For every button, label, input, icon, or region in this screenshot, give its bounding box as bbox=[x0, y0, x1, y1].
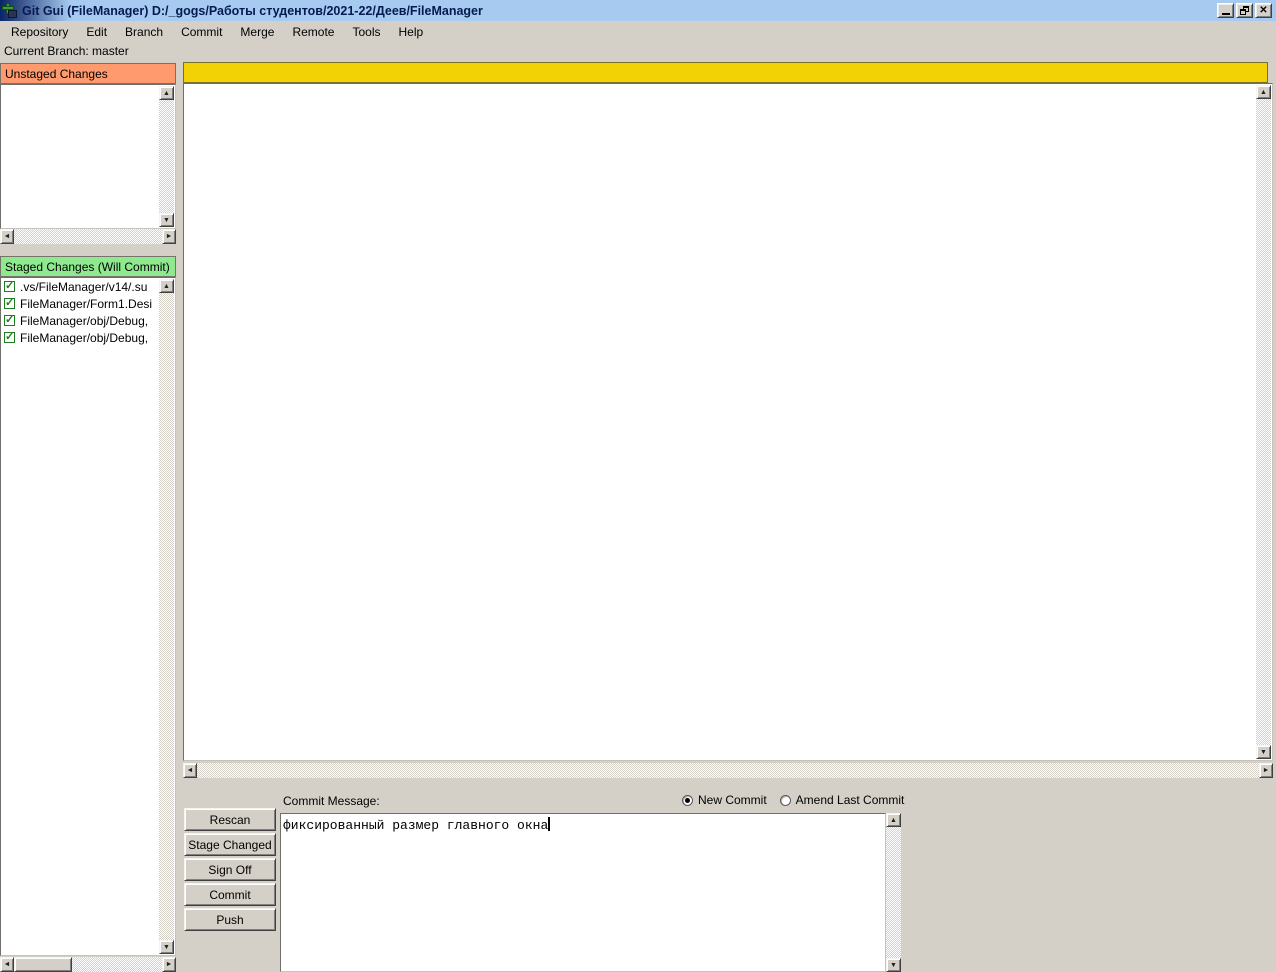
staged-checkbox-icon[interactable]: ✓ bbox=[4, 315, 15, 326]
minimize-icon bbox=[1222, 13, 1230, 15]
unstaged-horizontal-scrollbar[interactable]: ◄ ► bbox=[0, 229, 176, 244]
scroll-up-icon: ▲ bbox=[163, 283, 170, 290]
staged-file-row[interactable]: ✓ FileManager/obj/Debug, bbox=[1, 312, 159, 329]
scroll-left-icon: ◄ bbox=[187, 767, 194, 774]
scroll-up-button[interactable]: ▲ bbox=[886, 813, 901, 827]
staged-horizontal-scrollbar[interactable]: ◄ ► bbox=[0, 957, 176, 972]
scroll-down-icon: ▼ bbox=[1260, 749, 1267, 756]
scroll-down-button[interactable]: ▼ bbox=[1256, 745, 1271, 759]
title-bar[interactable]: Git Gui (FileManager) D:/_gogs/Работы ст… bbox=[0, 0, 1276, 21]
commit-message-input[interactable]: фиксированный размер главного окна bbox=[280, 813, 886, 972]
scroll-up-button[interactable]: ▲ bbox=[159, 279, 174, 293]
scroll-left-icon: ◄ bbox=[4, 233, 11, 240]
scrollbar-track[interactable] bbox=[197, 763, 1259, 778]
menu-branch[interactable]: Branch bbox=[116, 23, 172, 41]
close-button[interactable]: ✕ bbox=[1255, 3, 1272, 18]
unstaged-vertical-scrollbar[interactable]: ▲ ▼ bbox=[159, 86, 174, 227]
restore-button[interactable] bbox=[1236, 3, 1253, 18]
scrollbar-track[interactable] bbox=[159, 293, 174, 940]
diff-vertical-scrollbar[interactable]: ▲ ▼ bbox=[1256, 85, 1271, 759]
new-commit-label[interactable]: New Commit bbox=[698, 793, 767, 807]
menu-help[interactable]: Help bbox=[389, 23, 432, 41]
staged-file-name: FileManager/obj/Debug, bbox=[20, 331, 148, 345]
scroll-down-button[interactable]: ▼ bbox=[159, 940, 174, 954]
minimize-button[interactable] bbox=[1217, 3, 1234, 18]
text-cursor bbox=[548, 817, 550, 831]
staged-file-name: .vs/FileManager/v14/.su bbox=[20, 280, 147, 294]
scroll-right-button[interactable]: ► bbox=[162, 229, 176, 244]
unstaged-changes-header: Unstaged Changes bbox=[0, 63, 176, 84]
unstaged-file-list[interactable]: ▲ ▼ bbox=[0, 84, 176, 229]
scroll-up-button[interactable]: ▲ bbox=[159, 86, 174, 100]
scroll-up-button[interactable]: ▲ bbox=[1256, 85, 1271, 99]
amend-last-commit-label[interactable]: Amend Last Commit bbox=[796, 793, 905, 807]
scrollbar-thumb[interactable] bbox=[14, 957, 72, 972]
amend-last-commit-radio[interactable] bbox=[780, 795, 791, 806]
staged-vertical-scrollbar[interactable]: ▲ ▼ bbox=[159, 279, 174, 954]
git-gui-window: { "titlebar": { "title": "Git Gui (FileM… bbox=[0, 0, 1276, 972]
scroll-left-button[interactable]: ◄ bbox=[183, 763, 197, 778]
menu-edit[interactable]: Edit bbox=[77, 23, 116, 41]
scroll-right-button[interactable]: ► bbox=[1259, 763, 1273, 778]
staged-checkbox-icon[interactable]: ✓ bbox=[4, 281, 15, 292]
current-branch-label: Current Branch: master bbox=[4, 44, 129, 60]
staged-file-row[interactable]: ✓ FileManager/Form1.Desi bbox=[1, 295, 159, 312]
menu-tools[interactable]: Tools bbox=[343, 23, 389, 41]
menu-remote[interactable]: Remote bbox=[283, 23, 343, 41]
app-icon[interactable] bbox=[2, 3, 17, 18]
menu-commit[interactable]: Commit bbox=[172, 23, 231, 41]
push-button[interactable]: Push bbox=[184, 908, 276, 931]
scroll-up-icon: ▲ bbox=[890, 817, 897, 824]
scrollbar-track[interactable] bbox=[14, 229, 162, 244]
scroll-down-icon: ▼ bbox=[163, 217, 170, 224]
scroll-down-button[interactable]: ▼ bbox=[886, 958, 901, 972]
menu-bar: Repository Edit Branch Commit Merge Remo… bbox=[0, 21, 1276, 42]
commit-message-text: фиксированный размер главного окна bbox=[283, 818, 548, 833]
close-icon: ✕ bbox=[1259, 6, 1267, 16]
new-commit-radio[interactable] bbox=[682, 795, 693, 806]
scroll-right-button[interactable]: ► bbox=[162, 957, 176, 972]
scroll-down-button[interactable]: ▼ bbox=[159, 213, 174, 227]
diff-view[interactable]: ▲ ▼ bbox=[183, 83, 1273, 761]
staged-file-list[interactable]: ✓ .vs/FileManager/v14/.su ✓ FileManager/… bbox=[0, 277, 176, 956]
commit-message-scrollbar[interactable]: ▲ ▼ bbox=[886, 813, 901, 972]
window-controls: ✕ bbox=[1217, 3, 1272, 18]
scroll-right-icon: ► bbox=[166, 961, 173, 968]
commit-button[interactable]: Commit bbox=[184, 883, 276, 906]
scroll-up-icon: ▲ bbox=[1260, 89, 1267, 96]
diff-header-bar bbox=[183, 62, 1268, 83]
commit-type-radios: New Commit Amend Last Commit bbox=[682, 793, 912, 807]
window-title: Git Gui (FileManager) D:/_gogs/Работы ст… bbox=[22, 4, 483, 18]
scroll-up-icon: ▲ bbox=[163, 90, 170, 97]
scroll-left-button[interactable]: ◄ bbox=[0, 229, 14, 244]
scroll-right-icon: ► bbox=[166, 233, 173, 240]
staged-file-name: FileManager/obj/Debug, bbox=[20, 314, 148, 328]
scroll-left-button[interactable]: ◄ bbox=[0, 957, 14, 972]
radio-selected-dot bbox=[685, 798, 690, 803]
staged-checkbox-icon[interactable]: ✓ bbox=[4, 298, 15, 309]
staged-checkbox-icon[interactable]: ✓ bbox=[4, 332, 15, 343]
scrollbar-track[interactable] bbox=[159, 100, 174, 213]
scroll-down-icon: ▼ bbox=[163, 944, 170, 951]
staged-changes-header: Staged Changes (Will Commit) bbox=[0, 256, 176, 277]
staged-file-row[interactable]: ✓ .vs/FileManager/v14/.su bbox=[1, 278, 159, 295]
scroll-left-icon: ◄ bbox=[4, 961, 11, 968]
scroll-right-icon: ► bbox=[1263, 767, 1270, 774]
rescan-button[interactable]: Rescan bbox=[184, 808, 276, 831]
sign-off-button[interactable]: Sign Off bbox=[184, 858, 276, 881]
scroll-down-icon: ▼ bbox=[890, 962, 897, 969]
menu-repository[interactable]: Repository bbox=[2, 23, 77, 41]
scrollbar-track[interactable] bbox=[886, 827, 901, 958]
scrollbar-track[interactable] bbox=[1256, 99, 1271, 745]
diff-horizontal-scrollbar[interactable]: ◄ ► bbox=[183, 763, 1273, 778]
scrollbar-track[interactable] bbox=[72, 957, 162, 972]
commit-message-label: Commit Message: bbox=[283, 794, 380, 808]
menu-merge[interactable]: Merge bbox=[231, 23, 283, 41]
restore-icon bbox=[1240, 6, 1249, 15]
staged-file-row[interactable]: ✓ FileManager/obj/Debug, bbox=[1, 329, 159, 346]
staged-file-name: FileManager/Form1.Desi bbox=[20, 297, 152, 311]
stage-changed-button[interactable]: Stage Changed bbox=[184, 833, 276, 856]
